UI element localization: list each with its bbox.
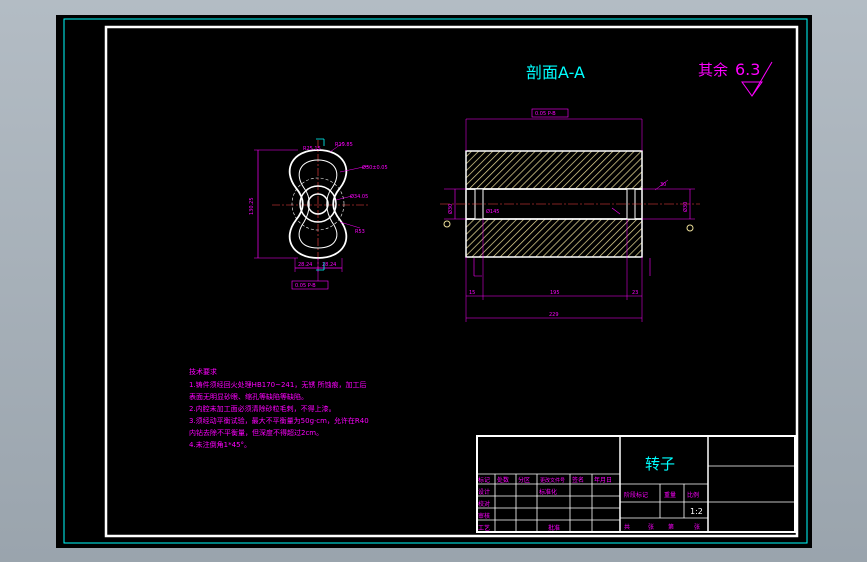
header-sign: 签名 (572, 476, 584, 484)
scale-value: 1:2 (690, 507, 703, 516)
standardization-label: 标准化 (539, 488, 557, 496)
part-name: 转子 (645, 455, 675, 473)
row-design: 设计 (478, 488, 490, 496)
weight-label: 重量 (664, 491, 676, 499)
dim-23: 23 (632, 290, 638, 296)
sheet-unit-label: 张 (648, 523, 654, 531)
notch-dim: R53 (355, 229, 365, 235)
top-radius-dim: R19.85 (335, 142, 353, 148)
row-process: 工艺 (478, 524, 490, 532)
hole-dim: Ø34.05 (350, 193, 368, 200)
left-bore-dim: Ø30 (447, 204, 454, 214)
upper-radius-dim: R25.15 (303, 146, 321, 152)
header-zone: 分区 (518, 476, 530, 484)
bore-dim: Ø30±0.05 (362, 164, 388, 171)
header-mark: 标记 (478, 476, 490, 484)
cad-drawing-canvas: 剖面A-A 其余 6.3 130.25 28.24 28.24 R19.85 R… (56, 15, 812, 548)
inner-bore-dim: Ø145 (486, 208, 499, 215)
dim-15: 15 (469, 290, 475, 296)
note-line-2: 表面无明显砂眼、缩孔等缺陷等缺陷。 (189, 392, 308, 401)
roughness-label: 其余 (698, 61, 728, 79)
sheet-total-label: 共 (624, 523, 630, 531)
header-date: 年月日 (594, 476, 612, 484)
notes-heading: 技术要求 (189, 367, 217, 376)
sheet-unit2-label: 张 (694, 523, 700, 531)
approve-label: 批准 (548, 524, 560, 532)
section-lower-hatch (465, 218, 643, 258)
note-line-5: 内钻去除不平衡量，但深度不得超过2cm。 (189, 428, 323, 437)
dim-229: 229 (549, 312, 559, 318)
note-line-4: 3.须经动平衡试验，最大不平衡量为50g·cm，允许在R40 (189, 416, 369, 425)
model-space (56, 15, 812, 548)
header-count: 处数 (497, 476, 509, 484)
scale-label: 比例 (687, 491, 699, 499)
roughness-value: 6.3 (735, 60, 760, 79)
row-check: 校对 (478, 500, 490, 508)
row-review: 审核 (478, 512, 490, 520)
height-dim-text: 130.25 (249, 198, 255, 216)
sheet-no-label: 第 (668, 523, 674, 531)
right-bore-dim: Ø30 (682, 202, 689, 212)
bottom-left-dim: 28.24 (298, 262, 312, 268)
header-change-no: 更改文件号 (540, 477, 565, 484)
left-tolerance-text: 0.05 P-B (295, 283, 316, 289)
note-line-3: 2.内腔未加工面必须清除砂粒毛刺，不得上漆。 (189, 404, 336, 413)
right-tolerance-text: 0.05 P-B (535, 111, 556, 117)
stage-mark-label: 阶段标记 (624, 491, 648, 499)
dim-195: 195 (550, 290, 560, 296)
note-line-6: 4.未注倒角1*45°。 (189, 440, 251, 449)
section-title: 剖面A-A (526, 63, 585, 82)
angle-dim: 30 (660, 182, 666, 188)
note-line-1: 1.铸件须经回火处理HB170~241，无锈 所蚀痕，加工后 (189, 380, 367, 389)
section-upper-hatch (465, 150, 643, 190)
